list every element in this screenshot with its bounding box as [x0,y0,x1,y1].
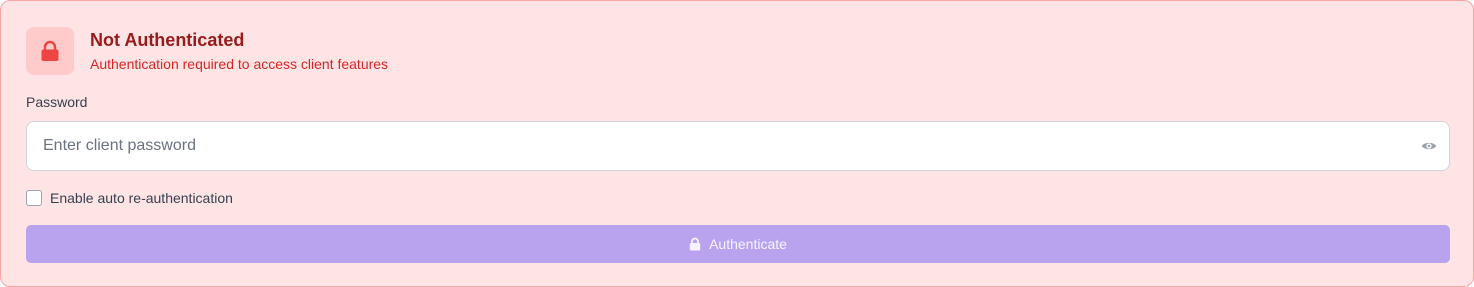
authenticate-button[interactable]: Authenticate [26,225,1450,263]
auto-reauth-checkbox[interactable] [26,190,42,206]
password-input[interactable] [27,122,1407,170]
lock-icon [40,40,60,62]
auth-status-card: Not Authenticated Authentication require… [0,0,1474,287]
status-title: Not Authenticated [90,30,245,50]
auto-reauth-row: Enable auto re-authentication [26,189,233,207]
auto-reauth-label[interactable]: Enable auto re-authentication [50,189,233,207]
authenticate-button-label: Authenticate [709,236,787,252]
eye-icon[interactable] [1419,136,1439,156]
password-label: Password [26,94,88,110]
lock-icon [689,237,701,251]
password-field-container [26,121,1450,171]
status-icon-container [26,27,74,75]
status-subtitle: Authentication required to access client… [90,56,389,72]
